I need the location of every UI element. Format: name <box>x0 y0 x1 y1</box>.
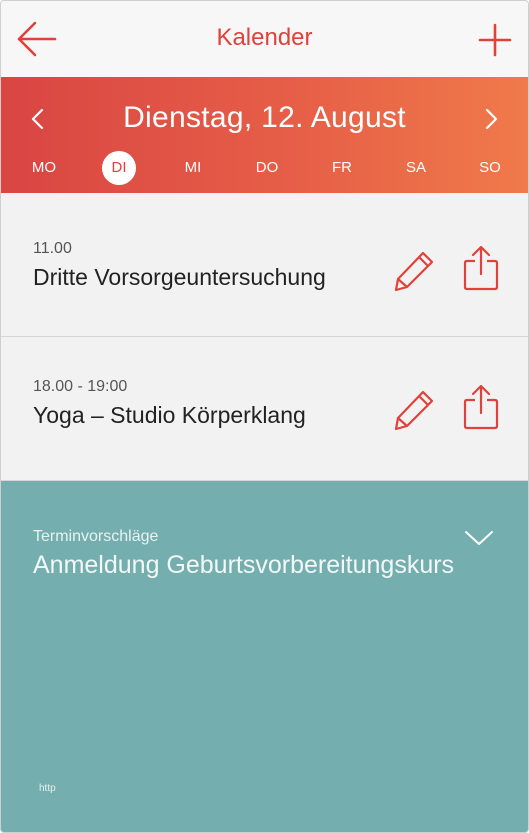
event-title: Yoga – Studio Körperklang <box>33 402 306 428</box>
pencil-icon <box>394 251 434 292</box>
suggested-appointment[interactable]: Anmeldung Geburtsvorbereitungskurs <box>33 551 454 580</box>
event-time: 11.00 <box>33 240 72 257</box>
weekday-so[interactable]: SO <box>473 151 507 185</box>
next-day-button[interactable] <box>480 107 502 131</box>
chevron-down-icon <box>465 531 493 545</box>
date-header: Dienstag, 12. August MO DI MI DO FR SA S… <box>1 77 528 193</box>
add-event-button[interactable] <box>478 23 512 57</box>
suggestions-panel: Terminvorschläge Anmeldung Geburtsvorber… <box>1 481 528 832</box>
weekday-do[interactable]: DO <box>250 151 284 185</box>
footer-text: http <box>39 783 56 794</box>
top-bar: Kalender <box>1 1 528 77</box>
weekday-selector: MO DI MI DO FR SA SO <box>1 151 528 185</box>
app-screen: Kalender Dienstag, 12. August MO DI MI D… <box>0 0 529 833</box>
current-date: Dienstag, 12. August <box>123 101 406 134</box>
weekday-fr[interactable]: FR <box>325 151 359 185</box>
pencil-icon <box>394 390 434 431</box>
edit-event-button[interactable] <box>393 250 435 292</box>
suggestions-label: Terminvorschläge <box>33 528 159 545</box>
event-item[interactable]: 18.00 - 19:00 Yoga – Studio Körperklang <box>1 337 528 481</box>
event-title: Dritte Vorsorgeuntersuchung <box>33 264 326 290</box>
share-icon <box>463 245 499 291</box>
event-item[interactable]: 11.00 Dritte Vorsorgeuntersuchung <box>1 193 528 337</box>
weekday-di[interactable]: DI <box>102 151 136 185</box>
weekday-mo[interactable]: MO <box>27 151 61 185</box>
page-title: Kalender <box>216 24 313 51</box>
event-time: 18.00 - 19:00 <box>33 378 128 395</box>
edit-event-button[interactable] <box>393 389 435 431</box>
weekday-sa[interactable]: SA <box>399 151 433 185</box>
chevron-right-icon <box>485 108 498 130</box>
share-event-button[interactable] <box>463 245 499 291</box>
weekday-mi[interactable]: MI <box>176 151 210 185</box>
share-event-button[interactable] <box>463 384 499 430</box>
expand-suggestions-button[interactable] <box>464 529 494 547</box>
plus-icon <box>478 23 512 57</box>
share-icon <box>463 384 499 430</box>
